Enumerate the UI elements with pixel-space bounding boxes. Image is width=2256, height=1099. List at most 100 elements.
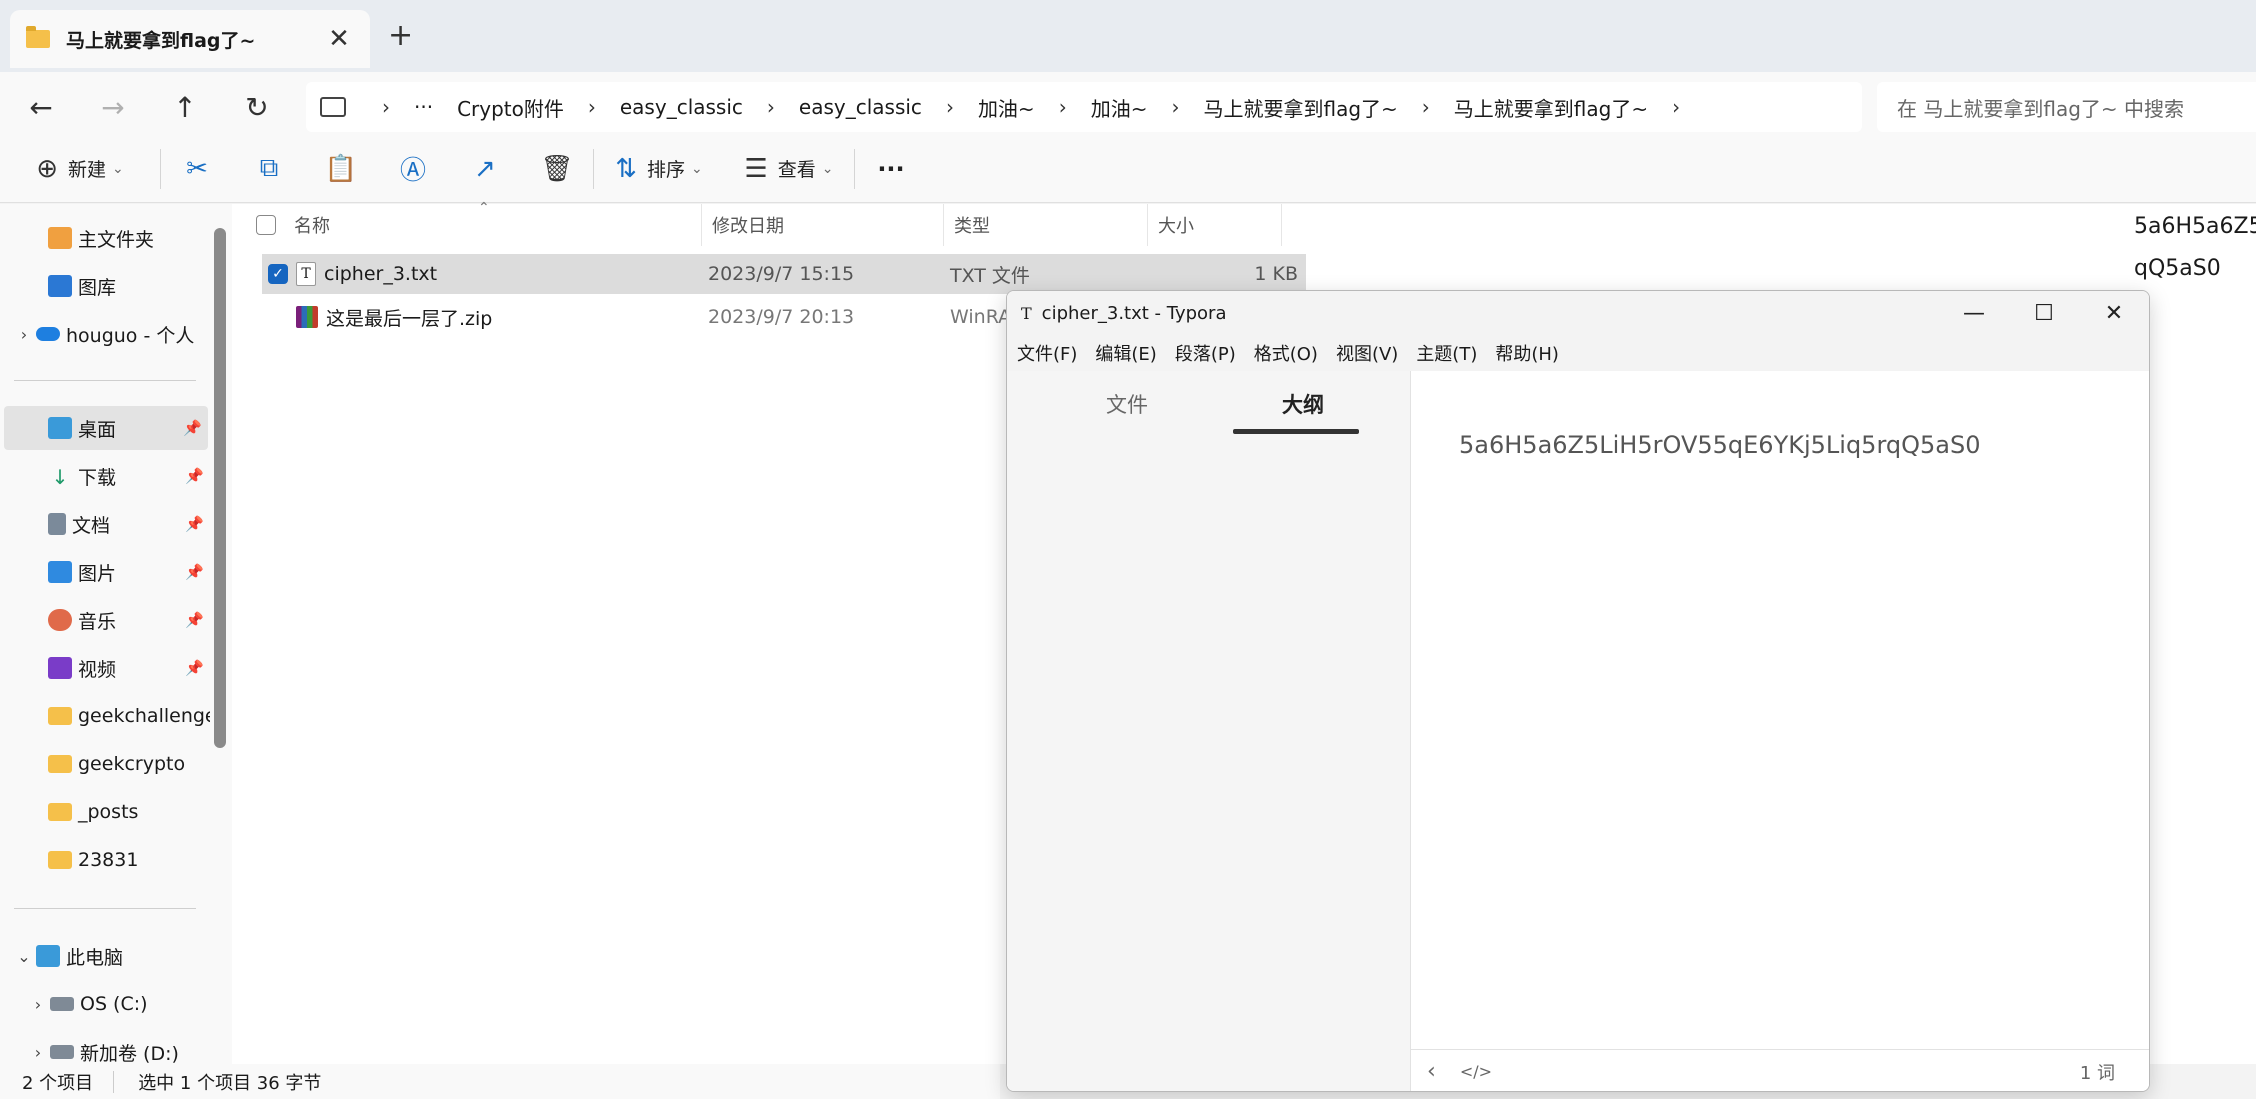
sidebar-scrollbar[interactable] bbox=[214, 228, 226, 748]
sidebar-item-folder[interactable]: geekcrypto bbox=[0, 742, 210, 786]
sort-label: 排序 bbox=[647, 159, 686, 181]
typora-menu-bar: 文件(F) 编辑(E) 段落(P) 格式(O) 视图(V) 主题(T) 帮助(H… bbox=[1007, 335, 2149, 371]
sidebar-item-videos[interactable]: 视频 📌 bbox=[0, 646, 210, 690]
paste-button[interactable]: 📋 bbox=[305, 135, 377, 203]
breadcrumb-item[interactable]: 加油~ bbox=[1091, 93, 1148, 122]
sidebar-item-onedrive[interactable]: › houguo - 个人 bbox=[0, 312, 210, 356]
tab-close-button[interactable]: ✕ bbox=[324, 24, 354, 54]
chevron-right-icon[interactable]: › bbox=[1059, 95, 1067, 119]
tab-files[interactable]: 文件 bbox=[1067, 389, 1187, 419]
chevron-right-icon[interactable]: › bbox=[1422, 95, 1430, 119]
sidebar-item-drive-c[interactable]: › OS (C:) bbox=[0, 982, 210, 1026]
chevron-left-icon[interactable]: ‹ bbox=[1427, 1059, 1436, 1084]
sidebar-item-documents[interactable]: 文档 📌 bbox=[0, 502, 210, 546]
menu-edit[interactable]: 编辑(E) bbox=[1095, 340, 1156, 366]
chevron-right-icon[interactable]: › bbox=[1672, 95, 1680, 119]
checkbox-checked[interactable]: ✓ bbox=[268, 264, 288, 284]
copy-button[interactable]: ⧉ bbox=[233, 135, 305, 203]
menu-view[interactable]: 视图(V) bbox=[1336, 340, 1398, 366]
cloud-icon bbox=[36, 327, 60, 341]
sidebar-item-gallery[interactable]: 图库 bbox=[0, 264, 210, 308]
pin-icon[interactable]: 📌 bbox=[185, 515, 204, 533]
table-row[interactable]: ✓ T cipher_3.txt 2023/9/7 15:15 TXT 文件 1… bbox=[262, 254, 1306, 294]
sidebar-item-desktop[interactable]: 桌面 📌 bbox=[4, 406, 208, 450]
folder-icon bbox=[48, 755, 72, 773]
sidebar-item-pictures[interactable]: 图片 📌 bbox=[0, 550, 210, 594]
breadcrumb-item[interactable]: easy_classic bbox=[799, 95, 922, 119]
chevron-right-icon[interactable]: › bbox=[1171, 95, 1179, 119]
menu-file[interactable]: 文件(F) bbox=[1017, 340, 1077, 366]
sidebar-item-downloads[interactable]: ↓ 下载 📌 bbox=[0, 454, 210, 498]
word-count[interactable]: 1 词 bbox=[2080, 1059, 2115, 1085]
pin-icon[interactable]: 📌 bbox=[185, 467, 204, 485]
file-size: 1 KB bbox=[1254, 263, 1298, 285]
file-modified: 2023/9/7 15:15 bbox=[708, 263, 855, 285]
row-checkbox[interactable]: ✓ bbox=[268, 254, 288, 294]
breadcrumb-item[interactable]: Crypto附件 bbox=[457, 93, 564, 122]
sidebar-item-folder[interactable]: 23831 bbox=[0, 838, 210, 882]
new-button[interactable]: ⊕ 新建 ⌄ bbox=[0, 135, 160, 203]
pin-icon[interactable]: 📌 bbox=[183, 419, 202, 437]
typora-footer: ‹ </> 1 词 bbox=[1411, 1049, 2149, 1091]
breadcrumb-more[interactable]: ··· bbox=[414, 95, 433, 119]
back-button[interactable]: ← bbox=[16, 82, 66, 132]
menu-format[interactable]: 格式(O) bbox=[1254, 340, 1318, 366]
column-modified[interactable]: 修改日期 bbox=[702, 204, 944, 246]
column-type[interactable]: 类型 bbox=[944, 204, 1148, 246]
tab-active[interactable]: 马上就要拿到flag了~ ✕ bbox=[10, 10, 370, 68]
pin-icon[interactable]: 📌 bbox=[185, 563, 204, 581]
search-input[interactable]: 在 马上就要拿到flag了~ 中搜索 bbox=[1877, 82, 2256, 132]
cut-button[interactable]: ✂ bbox=[161, 135, 233, 203]
column-name[interactable]: 名称 ⌃ bbox=[232, 200, 702, 246]
typora-title-bar[interactable]: T cipher_3.txt - Typora — ☐ ✕ bbox=[1007, 291, 2149, 335]
address-bar[interactable]: › ··· Crypto附件 › easy_classic › easy_cla… bbox=[306, 82, 1862, 132]
desktop-icon bbox=[48, 417, 72, 439]
sidebar-item-folder[interactable]: geekchallenge bbox=[0, 694, 210, 738]
sidebar-item-home[interactable]: 主文件夹 bbox=[0, 216, 210, 260]
new-tab-button[interactable]: + bbox=[388, 18, 413, 53]
sidebar-item-folder[interactable]: _posts bbox=[0, 790, 210, 834]
preview-line: 5a6H5a6Z5 bbox=[2134, 214, 2256, 239]
minimize-button[interactable]: — bbox=[1939, 291, 2009, 335]
editor-content[interactable]: 5a6H5a6Z5LiH5rOV55qE6YKj5Liq5rqQ5aS0 bbox=[1459, 431, 1981, 459]
chevron-right-icon[interactable]: › bbox=[382, 95, 390, 119]
source-code-icon[interactable]: </> bbox=[1460, 1062, 1492, 1081]
breadcrumb-item[interactable]: 加油~ bbox=[978, 93, 1035, 122]
item-count: 2 个项目 bbox=[22, 1072, 94, 1094]
maximize-button[interactable]: ☐ bbox=[2009, 291, 2079, 335]
sidebar-item-music[interactable]: 音乐 📌 bbox=[0, 598, 210, 642]
up-button[interactable]: ↑ bbox=[160, 82, 210, 132]
select-all-checkbox[interactable] bbox=[256, 215, 276, 235]
chevron-right-icon[interactable]: › bbox=[12, 325, 36, 344]
chevron-down-icon: ⌄ bbox=[112, 160, 124, 177]
sidebar-item-this-pc[interactable]: ⌄ 此电脑 bbox=[0, 934, 210, 978]
sort-button[interactable]: ⇅ 排序 ⌄ bbox=[594, 135, 724, 203]
refresh-button[interactable]: ↻ bbox=[232, 82, 282, 132]
chevron-right-icon[interactable]: › bbox=[946, 95, 954, 119]
chevron-right-icon[interactable]: › bbox=[588, 95, 596, 119]
menu-paragraph[interactable]: 段落(P) bbox=[1175, 340, 1236, 366]
column-size[interactable]: 大小 bbox=[1148, 204, 1282, 246]
rename-button[interactable]: Ⓐ bbox=[377, 135, 449, 203]
more-options-button[interactable]: ··· bbox=[855, 135, 927, 203]
chevron-right-icon[interactable]: › bbox=[767, 95, 775, 119]
close-button[interactable]: ✕ bbox=[2079, 291, 2149, 335]
menu-theme[interactable]: 主题(T) bbox=[1416, 340, 1477, 366]
tab-outline[interactable]: 大纲 bbox=[1243, 389, 1363, 419]
share-button[interactable]: ↗ bbox=[449, 135, 521, 203]
menu-help[interactable]: 帮助(H) bbox=[1495, 340, 1559, 366]
document-icon bbox=[48, 513, 66, 535]
breadcrumb-item[interactable]: 马上就要拿到flag了~ bbox=[1203, 93, 1397, 122]
pin-icon[interactable]: 📌 bbox=[185, 659, 204, 677]
delete-button[interactable]: 🗑 bbox=[521, 135, 593, 203]
breadcrumb-item[interactable]: easy_classic bbox=[620, 95, 743, 119]
view-label: 查看 bbox=[777, 159, 816, 181]
breadcrumb-item[interactable]: 马上就要拿到flag了~ bbox=[1454, 93, 1648, 122]
column-header: 名称 ⌃ 修改日期 类型 大小 bbox=[232, 200, 1282, 246]
chevron-right-icon[interactable]: › bbox=[26, 1043, 50, 1062]
chevron-right-icon[interactable]: › bbox=[26, 995, 50, 1014]
chevron-down-icon[interactable]: ⌄ bbox=[12, 947, 36, 966]
pin-icon[interactable]: 📌 bbox=[185, 611, 204, 629]
forward-button[interactable]: → bbox=[88, 82, 138, 132]
view-button[interactable]: ☰ 查看 ⌄ bbox=[724, 135, 854, 203]
